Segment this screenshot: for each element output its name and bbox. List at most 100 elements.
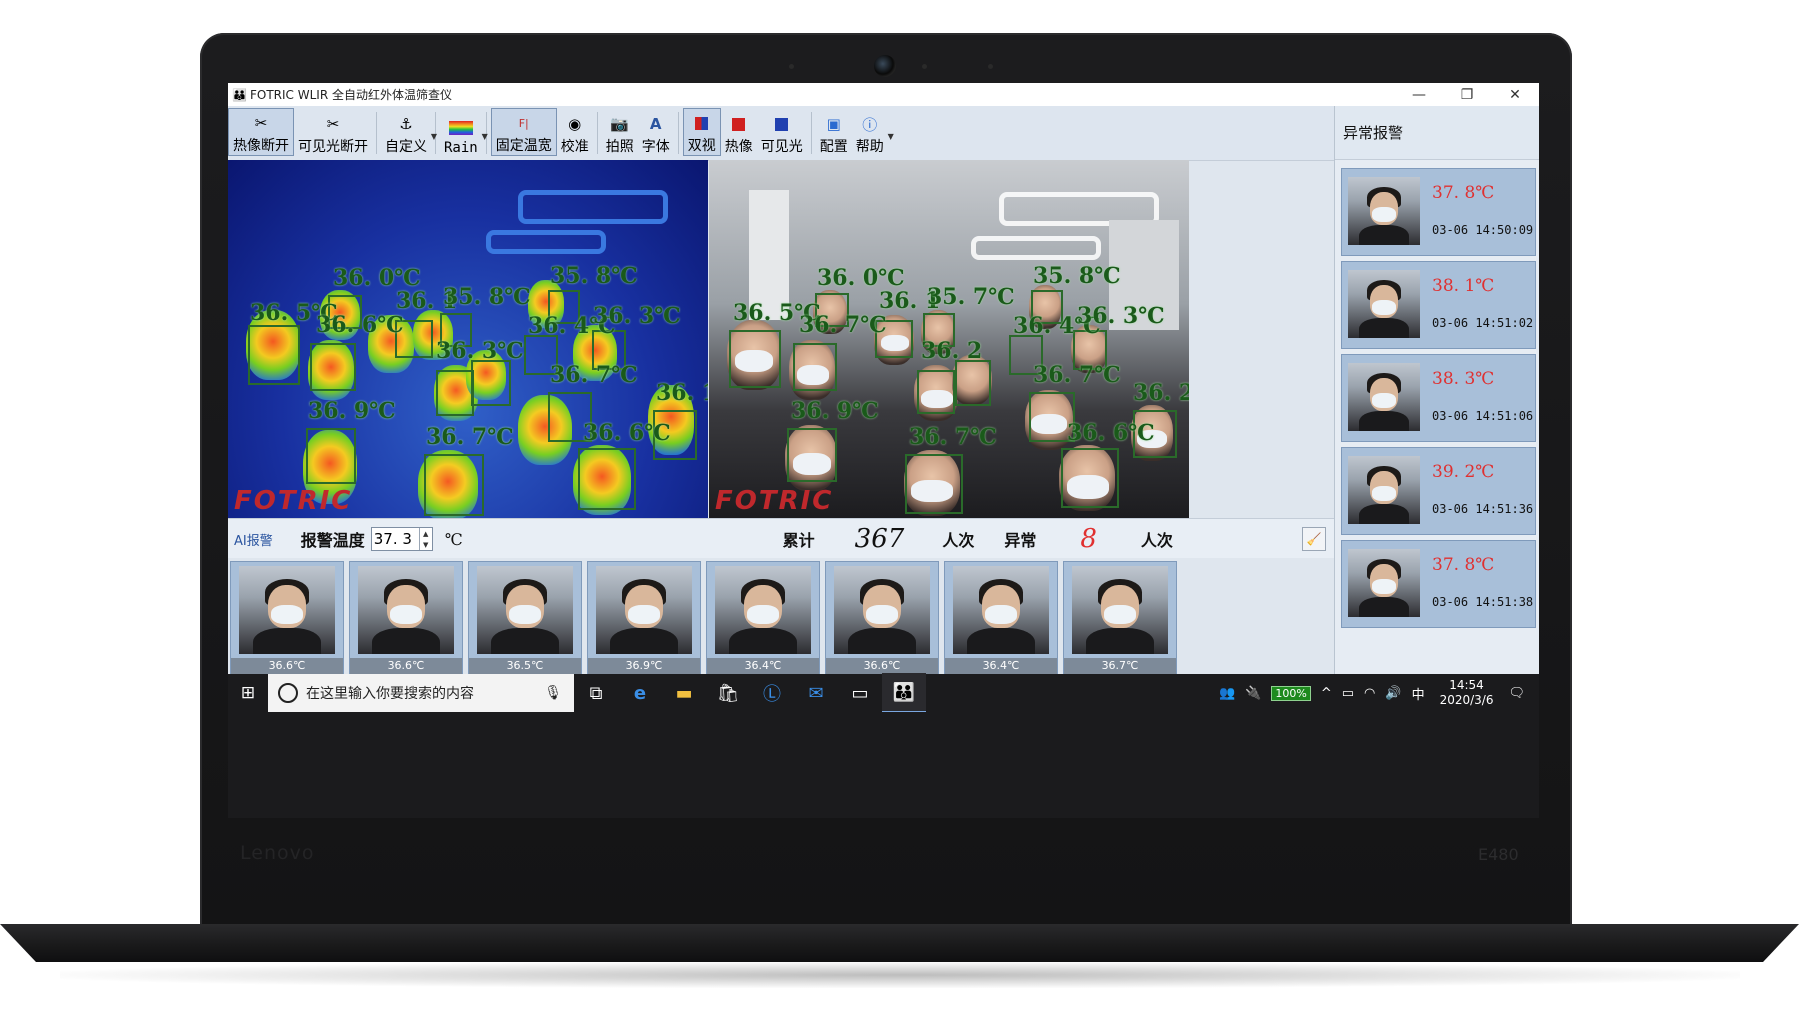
- snapshot-card[interactable]: 36.7℃: [1063, 561, 1177, 675]
- snapshot-card[interactable]: 36.4℃: [944, 561, 1058, 675]
- alarm-time: 03-06 14:50:09: [1432, 223, 1534, 237]
- face-temp-label: 36. 7℃: [426, 424, 514, 450]
- people-icon[interactable]: 👥: [1219, 686, 1235, 701]
- edge-icon[interactable]: e: [618, 674, 662, 712]
- alarm-record[interactable]: 38. 3℃ 03-06 14:51:06: [1341, 354, 1536, 442]
- face-temp-label: 36. 6℃: [316, 312, 404, 338]
- snapshot-card[interactable]: 36.6℃: [349, 561, 463, 675]
- stepper-up-icon[interactable]: ▲: [423, 530, 428, 538]
- anchor-icon: ⚓: [399, 115, 413, 133]
- snapshot-card[interactable]: 36.9℃: [587, 561, 701, 675]
- stepper-arrows[interactable]: ▲ ▼: [418, 528, 432, 550]
- store-icon[interactable]: 🛍: [706, 674, 750, 712]
- font-button[interactable]: A 字体: [638, 110, 674, 156]
- alarm-time: 03-06 14:51:06: [1432, 409, 1534, 423]
- face-temp-label: 36. 3℃: [1077, 303, 1165, 329]
- laptop-shadow: [60, 962, 1740, 988]
- toolbar-separator: [376, 112, 377, 154]
- alarm-temp: 37. 8℃: [1432, 555, 1495, 575]
- clear-button[interactable]: 🧹: [1302, 527, 1326, 551]
- clock[interactable]: 14:54 2020/3/6: [1440, 678, 1494, 708]
- alarm-time: 03-06 14:51:38: [1432, 595, 1534, 609]
- alarm-record[interactable]: 39. 2℃ 03-06 14:51:36: [1341, 447, 1536, 535]
- minimize-button[interactable]: —: [1395, 83, 1443, 106]
- alarm-record[interactable]: 38. 1℃ 03-06 14:51:02: [1341, 261, 1536, 349]
- snapshot-temp: 36.6℃: [231, 658, 343, 674]
- total-unit: 人次: [942, 531, 975, 550]
- dual-view-icon: [695, 113, 709, 133]
- snapshot-card[interactable]: 36.5℃: [468, 561, 582, 675]
- abnormal-count: 8: [1080, 524, 1097, 554]
- snapshot-face: [358, 566, 454, 654]
- snapshot-card[interactable]: 36.4℃: [706, 561, 820, 675]
- power-plug-icon: 🔌: [1245, 685, 1262, 701]
- taskbar-search[interactable]: 在这里输入你要搜索的内容 🎙: [268, 674, 574, 712]
- lenovo-vantage-icon[interactable]: Ⓛ: [750, 674, 794, 712]
- visible-video[interactable]: 36. 0℃ 35. 8℃ 36. 5℃ 36. 7℃ 36. 1 35. 7℃…: [709, 160, 1189, 518]
- snapshot-face: [1072, 566, 1168, 654]
- custom-button[interactable]: ⚓ 自定义 ▼: [381, 110, 437, 156]
- microphone-icon[interactable]: 🎙: [544, 685, 562, 701]
- thermal-disconnect-button[interactable]: ✂ 热像断开: [228, 108, 294, 156]
- ceiling-light: [971, 236, 1101, 260]
- notification-icon[interactable]: 🗨: [1508, 686, 1525, 701]
- snapshot-temp: 36.4℃: [945, 658, 1057, 674]
- alarm-time: 03-06 14:51:36: [1432, 502, 1534, 516]
- file-explorer-icon[interactable]: ▬: [662, 674, 706, 712]
- ai-alarm-label[interactable]: AI报警: [234, 530, 273, 549]
- start-button[interactable]: ⊞: [228, 674, 268, 712]
- visible-view-button[interactable]: 可见光: [757, 110, 807, 156]
- alarm-temp-stepper[interactable]: 37. 3 ▲ ▼: [370, 527, 433, 551]
- ime-indicator[interactable]: 中: [1412, 684, 1425, 703]
- alarm-face-thumbnail: [1348, 363, 1420, 431]
- dual-view-button[interactable]: 双视: [682, 108, 721, 156]
- help-button[interactable]: ⓘ 帮助 ▼: [852, 110, 894, 156]
- cortana-icon: [278, 683, 298, 703]
- volume-icon[interactable]: 🔊: [1385, 686, 1401, 701]
- calibrate-button[interactable]: ◉ 校准: [557, 110, 593, 156]
- battery-indicator[interactable]: 100%: [1271, 685, 1311, 701]
- face-temp-label: 35. 8℃: [1033, 263, 1121, 289]
- alarm-temp-value[interactable]: 37. 3: [372, 530, 412, 548]
- camera-icon: 📷: [610, 115, 630, 133]
- face-temp-label: 36. 6℃: [1067, 420, 1155, 446]
- restore-button[interactable]: ❐: [1443, 83, 1491, 106]
- alarm-temp: 37. 8℃: [1432, 183, 1495, 203]
- snapshot-face: [715, 566, 811, 654]
- task-view-icon[interactable]: ⧉: [574, 674, 618, 712]
- snapshot-button[interactable]: 📷 拍照: [602, 110, 638, 156]
- face-temp-label: 36. 9℃: [308, 398, 396, 424]
- title-bar: 👪 FOTRIC WLIR 全自动红外体温筛查仪 — ❐ ✕: [228, 83, 1539, 106]
- visible-disconnect-button[interactable]: ✂ 可见光断开: [294, 110, 372, 156]
- alarm-face-thumbnail: [1348, 549, 1420, 617]
- app-icon[interactable]: ▭: [838, 674, 882, 712]
- snapshot-face: [239, 566, 335, 654]
- alarm-record[interactable]: 37. 8℃ 03-06 14:50:09: [1341, 168, 1536, 256]
- fotric-app-icon[interactable]: 👪: [882, 673, 926, 713]
- face-temp-label: 36. 7℃: [1033, 362, 1121, 388]
- fixed-range-button[interactable]: F| 固定温宽: [490, 108, 557, 156]
- stepper-down-icon[interactable]: ▼: [423, 541, 428, 549]
- battery-icon[interactable]: ▭: [1342, 686, 1354, 701]
- thermal-video[interactable]: 36. 0℃ 35. 8℃ 36. 5℃ 36. 6℃ 36. 1 35. 8℃…: [228, 160, 708, 518]
- face-temp-label: 36. 1: [656, 380, 708, 406]
- alarm-time: 03-06 14:51:02: [1432, 316, 1534, 330]
- config-button[interactable]: ▣ 配置: [816, 110, 852, 156]
- snapshot-card[interactable]: 36.6℃: [825, 561, 939, 675]
- dropdown-caret-icon: ▼: [887, 132, 894, 141]
- palette-icon: [448, 118, 473, 138]
- face-temp-label: 35. 8℃: [550, 263, 638, 289]
- close-button[interactable]: ✕: [1491, 83, 1539, 106]
- chevron-up-icon[interactable]: ^: [1321, 686, 1332, 701]
- alarm-temp: 38. 3℃: [1432, 369, 1495, 389]
- wifi-icon[interactable]: ◠: [1364, 686, 1375, 701]
- sensor-dot: [922, 64, 927, 69]
- palette-rain-button[interactable]: Rain ▼: [440, 110, 488, 156]
- face-temp-label: 36. 7℃: [909, 424, 997, 450]
- toolbar-separator: [810, 112, 812, 154]
- mail-icon[interactable]: ✉: [794, 674, 838, 712]
- thermal-view-button[interactable]: 热像: [721, 110, 757, 156]
- alarm-record[interactable]: 37. 8℃ 03-06 14:51:38: [1341, 540, 1536, 628]
- snapshot-card[interactable]: 36.6℃: [230, 561, 344, 675]
- person-disconnect-icon: ✂: [254, 114, 268, 132]
